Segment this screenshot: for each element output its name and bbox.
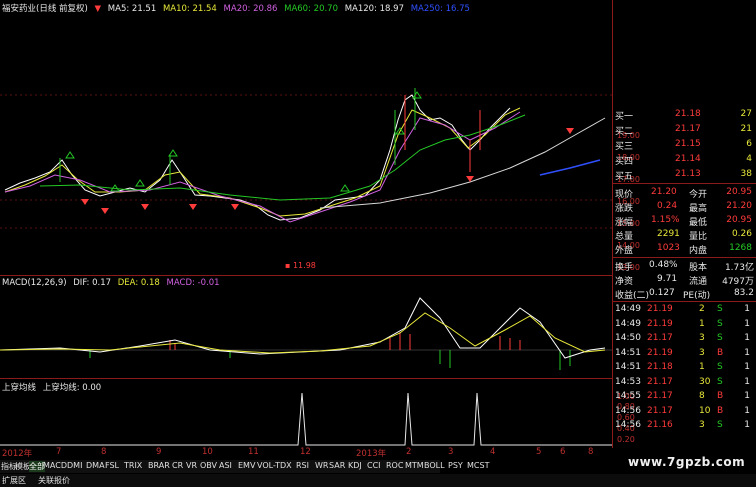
indicator-tabbar: 指标 模板 全部 MACD DMI DMA FSL TRIX BRAR CR VR OBV ASI EMV… [0,460,489,473]
tick-row: 14:49 21.19 1 S 1 [615,318,750,329]
tab-mtm[interactable]: MTM [405,461,424,470]
stat-row: 涨幅 1.15% 最低 20.95 [615,215,752,228]
tab-wr[interactable]: WR [315,461,328,470]
stat-row: 换手 0.48% 股本 1.73亿 [615,260,754,273]
macd-dea: DEA: 0.18 [117,278,160,288]
date-tick: 2012年 [2,449,33,459]
tab-related-quotes[interactable]: 关联报价 [38,475,70,486]
stat-row: 总量 2291 量比 0.26 [615,229,752,242]
date-tick: 3 [448,447,454,457]
date-tick: 7 [56,447,62,457]
tab-mcst[interactable]: MCST [467,461,489,470]
tab-dmi[interactable]: DMI [67,461,82,470]
date-tick: 10 [202,447,213,457]
tick-row: 14:51 21.18 1 S 1 [615,362,750,372]
bid-row: 买三 21.15 6 [615,139,752,152]
tab-psy[interactable]: PSY [448,461,463,470]
tab-sar[interactable]: SAR [329,461,345,470]
up-markers [65,91,422,192]
date-tick: 12 [300,447,311,457]
tab-trix[interactable]: TRIX [124,461,142,470]
tick-row: 14:51 21.19 3 B 1 [615,347,750,358]
tab-brar[interactable]: BRAR [148,461,170,470]
stat-row: 收益(二) 0.127 PE(动) 83.2 [615,288,754,301]
tick-row: 14:56 21.16 3 S 1 [615,420,750,430]
tab-fsl[interactable]: FSL [105,461,119,470]
macd-legend: MACD(12,26,9) DIF: 0.17 DEA: 0.18 MACD: … [2,278,224,288]
signal-chart [0,392,612,446]
macd-dif: DIF: 0.17 [73,278,112,288]
tick-row: 14:50 21.17 3 S 1 [615,333,750,343]
tab-cci[interactable]: CCI [367,461,381,470]
bid-row: 买二 21.17 21 [615,124,752,137]
bid-row: 买四 21.14 4 [615,154,752,167]
tick-row: 14:55 21.17 8 B 1 [615,391,750,401]
low-marker: ▪ 11.98 [285,261,316,270]
tab-macd[interactable]: MACD [43,461,67,470]
bid-row: 买一 21.18 27 [615,109,752,122]
tab-vr[interactable]: VR [186,461,197,470]
tick-row: 14:56 21.17 10 B 1 [615,405,750,416]
tab-rsi[interactable]: RSI [296,461,309,470]
date-axis: 2012年 7 8 9 10 11 12 2013年 2 3 4 5 6 8 [0,447,612,459]
tab-kdj[interactable]: KDJ [348,461,362,470]
stat-row: 净资 9.71 流通 4797万 [615,274,754,287]
stat-row: 外盘 1023 内盘 1268 [615,243,752,256]
macd-title: MACD(12,26,9) [2,278,67,288]
tick-row: 14:49 21.19 2 S 1 [615,304,750,314]
tab-extension-area[interactable]: 扩展区 [2,475,26,486]
tab-roc[interactable]: ROC [386,461,403,470]
tab-obv[interactable]: OBV [200,461,217,470]
date-tick: 5 [536,447,542,457]
stat-row: 涨跌 0.24 最高 21.20 [615,201,752,214]
tab-emv[interactable]: EMV [238,461,255,470]
quote-panel: 买一 21.18 27 买二 21.17 21 买三 21.15 6 买四 21… [613,108,756,448]
date-tick: 8 [101,447,107,457]
date-tick: 2013年 [356,449,387,459]
stat-row: 现价 21.20 今开 20.95 [615,187,752,200]
tab-boll[interactable]: BOLL [424,461,445,470]
macd-chart [0,297,612,370]
date-tick: 11 [248,447,259,457]
tab-cr[interactable]: CR [172,461,183,470]
date-tick: 6 [560,447,566,457]
date-tick: 8 [588,447,594,457]
bid-row: 买五 21.13 38 [615,169,752,182]
chart-area[interactable]: 福安药业(日线 前复权) ▼ MA5: 21.51 MA10: 21.54 MA… [0,0,613,448]
date-tick: 9 [156,447,162,457]
date-tick: 4 [490,447,496,457]
tab-asi[interactable]: ASI [219,461,232,470]
tick-row: 14:53 21.17 30 S 1 [615,376,750,387]
tab-dma[interactable]: DMA [86,461,105,470]
watermark: www.7gpzb.com [628,455,746,469]
macd-value: MACD: -0.01 [166,278,220,288]
date-tick: 2 [406,447,412,457]
tab-vol-tdx[interactable]: VOL-TDX [257,461,292,470]
bottom-bar: 扩展区 关联报价 [0,474,756,487]
